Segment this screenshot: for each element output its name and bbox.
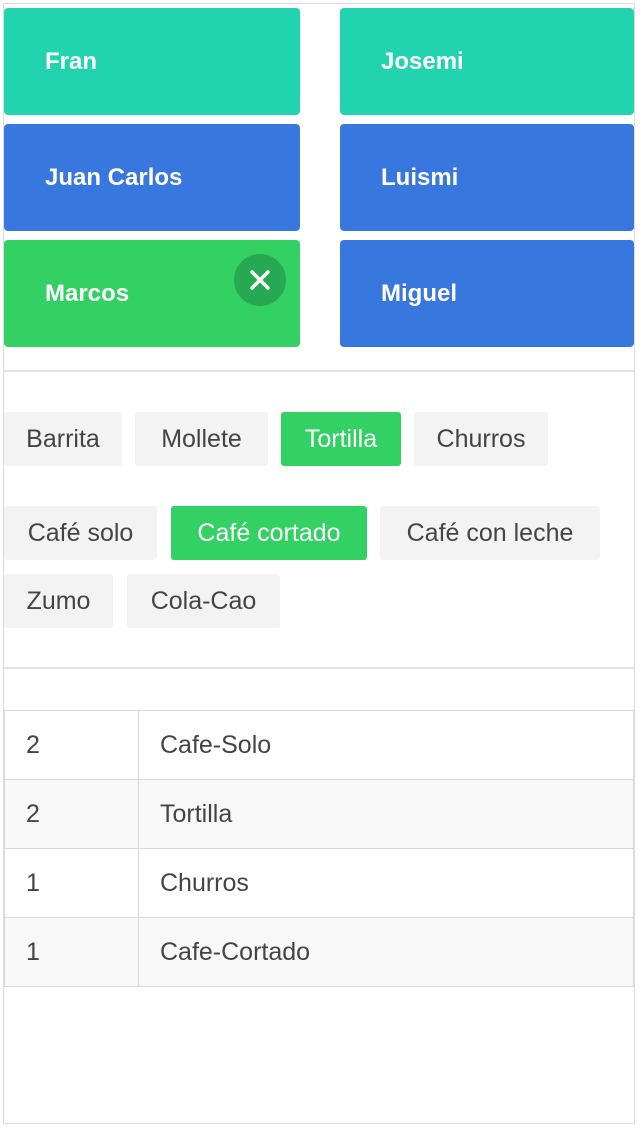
table-row: 1 Cafe-Cortado	[4, 917, 634, 987]
drink-chip-zumo[interactable]: Zumo	[4, 574, 113, 628]
chip-label: Mollete	[161, 424, 242, 453]
order-quantity: 1	[4, 848, 139, 918]
section-divider	[4, 667, 634, 669]
person-name: Miguel	[381, 279, 457, 307]
chip-label: Café cortado	[197, 518, 341, 547]
chip-label: Café con leche	[406, 518, 574, 547]
food-chip-churros[interactable]: Churros	[414, 412, 548, 466]
chip-label: Churros	[436, 424, 526, 453]
person-button-josemi[interactable]: Josemi	[340, 8, 634, 115]
table-row: 1 Churros	[4, 848, 634, 918]
order-item: Tortilla	[138, 779, 634, 849]
food-chip-barrita[interactable]: Barrita	[4, 412, 122, 466]
person-name: Luismi	[381, 163, 459, 191]
order-quantity: 2	[4, 779, 139, 849]
drink-chip-cola-cao[interactable]: Cola-Cao	[127, 574, 280, 628]
table-row: 2 Tortilla	[4, 779, 634, 849]
chip-label: Zumo	[26, 586, 91, 615]
drink-chip-cafe-solo[interactable]: Café solo	[4, 506, 157, 560]
person-button-miguel[interactable]: Miguel	[340, 240, 634, 347]
chip-label: Barrita	[26, 424, 100, 453]
food-chip-tortilla[interactable]: Tortilla	[281, 412, 401, 466]
person-name: Fran	[45, 47, 98, 75]
person-name: Marcos	[45, 279, 130, 307]
person-button-fran[interactable]: Fran	[4, 8, 300, 115]
drink-chip-cafe-con-leche[interactable]: Café con leche	[380, 506, 600, 560]
person-button-juan-carlos[interactable]: Juan Carlos	[4, 124, 300, 231]
order-quantity: 2	[4, 710, 139, 780]
close-icon	[250, 270, 270, 290]
section-divider	[4, 370, 634, 372]
chip-label: Cola-Cao	[150, 586, 257, 615]
food-chip-mollete[interactable]: Mollete	[135, 412, 268, 466]
chip-label: Café solo	[27, 518, 134, 547]
chip-label: Tortilla	[304, 424, 378, 453]
order-item: Cafe-Solo	[138, 710, 634, 780]
person-name: Juan Carlos	[45, 163, 183, 191]
order-item: Churros	[138, 848, 634, 918]
person-button-marcos[interactable]: Marcos	[4, 240, 300, 347]
person-button-luismi[interactable]: Luismi	[340, 124, 634, 231]
orders-table: 2 Cafe-Solo 2 Tortilla 1 Churros 1 Cafe-…	[4, 710, 634, 987]
person-name: Josemi	[381, 47, 464, 75]
order-item: Cafe-Cortado	[138, 917, 634, 987]
remove-person-button[interactable]	[234, 254, 286, 306]
drink-chip-cafe-cortado[interactable]: Café cortado	[171, 506, 367, 560]
table-row: 2 Cafe-Solo	[4, 710, 634, 780]
order-quantity: 1	[4, 917, 139, 987]
